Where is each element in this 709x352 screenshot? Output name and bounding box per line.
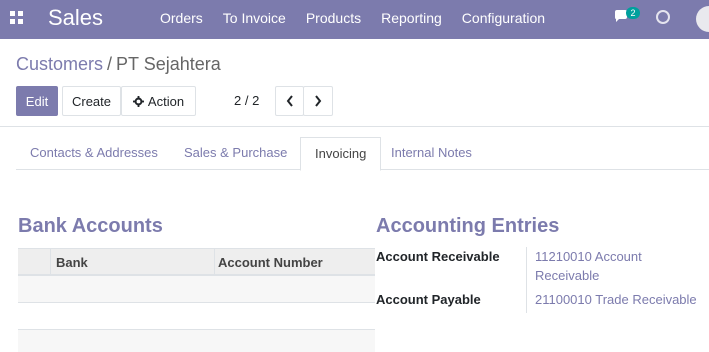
breadcrumb-separator: / <box>107 54 113 74</box>
account-payable-label: Account Payable <box>376 292 481 307</box>
pager-value[interactable]: 2 / 2 <box>234 93 259 108</box>
action-label: Action <box>147 93 185 109</box>
breadcrumb: Customers / PT Sejahtera <box>16 54 221 75</box>
main-menu: Orders To Invoice Products Reporting Con… <box>150 10 555 26</box>
breadcrumb-customers[interactable]: Customers <box>16 54 103 74</box>
edit-button[interactable]: Edit <box>16 86 58 116</box>
account-payable-link[interactable]: 21100010 Trade Receivable <box>535 290 697 309</box>
pager-previous-button[interactable] <box>275 86 304 116</box>
form-tabs: Contacts & Addresses Sales & Purchase In… <box>16 137 709 171</box>
chevron-right-icon <box>315 95 322 107</box>
tab-contacts-addresses[interactable]: Contacts & Addresses <box>16 137 172 170</box>
column-account-number[interactable]: Account Number <box>218 255 323 270</box>
top-navbar: Sales Orders To Invoice Products Reporti… <box>0 0 709 39</box>
account-receivable-link[interactable]: 11210010 Account Receivable <box>535 247 642 285</box>
column-bank[interactable]: Bank <box>56 255 88 270</box>
account-receivable-label: Account Receivable <box>376 249 500 264</box>
bank-accounts-table: Bank Account Number <box>18 248 375 352</box>
create-button[interactable]: Create <box>62 86 121 116</box>
chat-count-badge: 2 <box>626 7 640 19</box>
avatar[interactable] <box>696 6 709 32</box>
tab-sales-purchase[interactable]: Sales & Purchase <box>170 137 301 170</box>
menu-reporting[interactable]: Reporting <box>371 10 452 26</box>
menu-orders[interactable]: Orders <box>150 10 213 26</box>
table-row <box>18 276 375 303</box>
menu-products[interactable]: Products <box>296 10 371 26</box>
tab-invoicing[interactable]: Invoicing <box>300 137 382 171</box>
action-button[interactable]: Action <box>121 86 196 116</box>
select-column-header[interactable] <box>18 249 51 275</box>
tab-internal-notes[interactable]: Internal Notes <box>377 137 486 170</box>
accounting-entries-title: Accounting Entries <box>376 215 560 237</box>
breadcrumb-current: PT Sejahtera <box>116 54 221 74</box>
table-row <box>18 330 375 352</box>
gear-icon <box>132 95 144 107</box>
apps-grid-icon[interactable] <box>10 11 24 25</box>
clock-icon[interactable] <box>656 10 670 24</box>
bank-accounts-title: Bank Accounts <box>18 215 163 237</box>
menu-configuration[interactable]: Configuration <box>452 10 555 26</box>
pager-next-button[interactable] <box>303 86 333 116</box>
app-name[interactable]: Sales <box>48 5 103 31</box>
table-header: Bank Account Number <box>18 248 375 276</box>
menu-to-invoice[interactable]: To Invoice <box>213 10 296 26</box>
control-panel-divider <box>0 126 709 127</box>
chevron-left-icon <box>286 95 293 107</box>
table-row <box>18 303 375 330</box>
